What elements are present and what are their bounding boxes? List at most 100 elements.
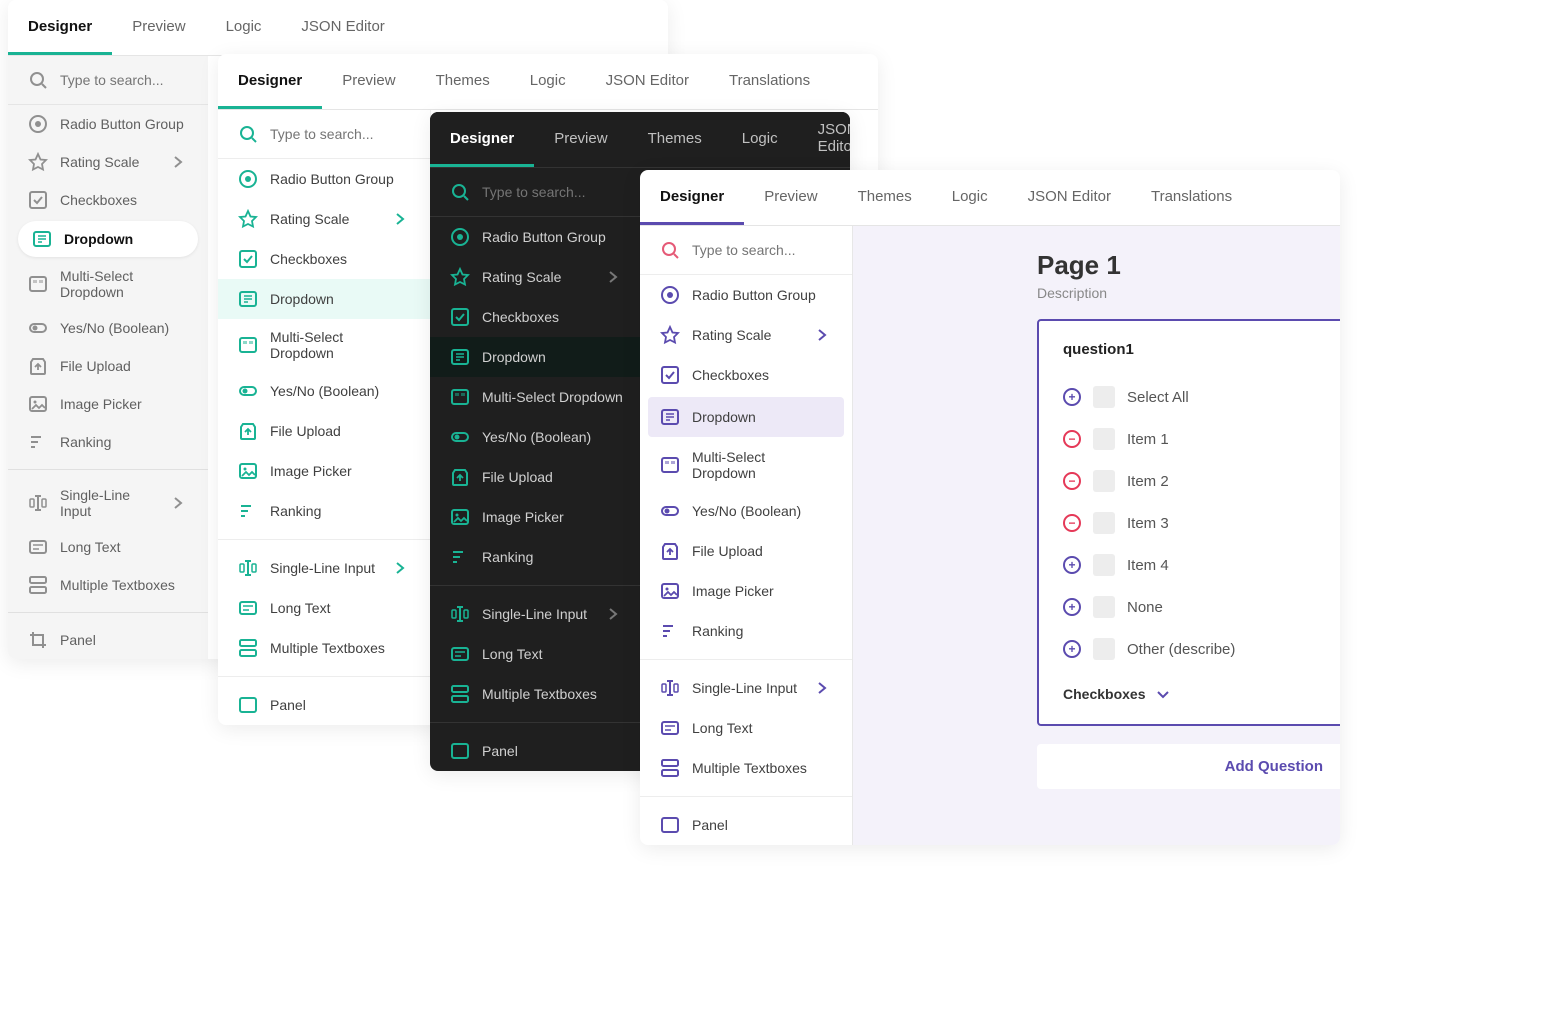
tab-designer[interactable]: Designer	[8, 0, 112, 55]
toolbox-panel[interactable]: Panel	[8, 621, 208, 659]
toolbox-imagepicker[interactable]: Image Picker	[430, 497, 643, 537]
toolbox-rating[interactable]: Rating Scale	[8, 143, 208, 181]
toolbox-multiselect[interactable]: Multi-Select Dropdown	[218, 319, 430, 371]
option-item4[interactable]: + Item 4	[1063, 544, 1321, 586]
item-label: Ranking	[60, 434, 111, 450]
tab-preview[interactable]: Preview	[534, 112, 627, 167]
toolbox-ranking[interactable]: Ranking	[8, 423, 208, 461]
toolbox-radio[interactable]: Radio Button Group	[430, 217, 643, 257]
tab-themes[interactable]: Themes	[838, 170, 932, 225]
option-item3[interactable]: − Item 3	[1063, 502, 1321, 544]
question-card[interactable]: question1 + Select All − Item 1 −	[1037, 319, 1340, 726]
toolbox-dropdown[interactable]: Dropdown	[218, 279, 430, 319]
tab-json[interactable]: JSON Editor	[586, 54, 709, 109]
toolbox-radio[interactable]: Radio Button Group	[640, 275, 852, 315]
toolbox-singleline[interactable]: Single-Line Input	[430, 594, 643, 634]
toolbox-rating[interactable]: Rating Scale	[218, 199, 430, 239]
toolbox-ranking[interactable]: Ranking	[430, 537, 643, 577]
add-icon[interactable]: +	[1063, 640, 1081, 658]
toolbox-imagepicker[interactable]: Image Picker	[8, 385, 208, 423]
tab-preview[interactable]: Preview	[744, 170, 837, 225]
option-select-all[interactable]: + Select All	[1063, 376, 1321, 418]
search-input[interactable]	[270, 126, 451, 142]
toolbox-singleline[interactable]: Single-Line Input	[218, 548, 430, 588]
remove-icon[interactable]: −	[1063, 430, 1081, 448]
toolbox-file[interactable]: File Upload	[218, 411, 430, 451]
question-title[interactable]: question1	[1063, 341, 1321, 358]
tab-designer[interactable]: Designer	[218, 54, 322, 109]
tab-themes[interactable]: Themes	[416, 54, 510, 109]
toolbox-boolean[interactable]: Yes/No (Boolean)	[430, 417, 643, 457]
add-icon[interactable]: +	[1063, 556, 1081, 574]
toolbox-longtext[interactable]: Long Text	[8, 528, 208, 566]
toolbox-multiselect[interactable]: Multi-Select Dropdown	[8, 259, 208, 309]
toolbox-multitext[interactable]: Multiple Textboxes	[430, 674, 643, 714]
toolbox-panel[interactable]: Panel	[218, 685, 430, 725]
toolbox-radio[interactable]: Radio Button Group	[8, 105, 208, 143]
toolbox-checkboxes[interactable]: Checkboxes	[8, 181, 208, 219]
toolbox-longtext[interactable]: Long Text	[218, 588, 430, 628]
toolbox-multitext[interactable]: Multiple Textboxes	[640, 748, 852, 788]
option-none[interactable]: + None	[1063, 586, 1321, 628]
page-description[interactable]: Description	[1037, 285, 1340, 301]
toolbox-ranking[interactable]: Ranking	[640, 611, 852, 651]
tab-themes[interactable]: Themes	[628, 112, 722, 167]
search-input[interactable]	[692, 242, 873, 258]
toolbox-checkboxes[interactable]: Checkboxes	[640, 355, 852, 395]
remove-icon[interactable]: −	[1063, 472, 1081, 490]
tab-logic[interactable]: Logic	[722, 112, 798, 167]
tab-designer[interactable]: Designer	[430, 112, 534, 167]
add-question-button[interactable]: Add Question	[1037, 744, 1340, 789]
toolbox-longtext[interactable]: Long Text	[430, 634, 643, 674]
toolbox-dropdown[interactable]: Dropdown	[648, 397, 844, 437]
option-item1[interactable]: − Item 1	[1063, 418, 1321, 460]
toolbox-multiselect[interactable]: Multi-Select Dropdown	[640, 439, 852, 491]
radio-icon	[450, 227, 470, 247]
search-input[interactable]	[482, 184, 663, 200]
tab-preview[interactable]: Preview	[322, 54, 415, 109]
toolbox-ranking[interactable]: Ranking	[218, 491, 430, 531]
toolbox-dropdown[interactable]: Dropdown	[430, 337, 643, 377]
tab-json[interactable]: JSON Editor	[281, 0, 404, 55]
add-icon[interactable]: +	[1063, 598, 1081, 616]
toolbox-boolean[interactable]: Yes/No (Boolean)	[8, 309, 208, 347]
toolbox-rating[interactable]: Rating Scale	[640, 315, 852, 355]
toolbox-rating[interactable]: Rating Scale	[430, 257, 643, 297]
tab-designer[interactable]: Designer	[640, 170, 744, 225]
toolbox-singleline[interactable]: Single-Line Input	[8, 478, 208, 528]
toolbox-checkboxes[interactable]: Checkboxes	[430, 297, 643, 337]
toolbox-panel[interactable]: Panel	[640, 805, 852, 845]
search-input[interactable]	[60, 72, 241, 88]
tab-logic[interactable]: Logic	[932, 170, 1008, 225]
toolbox-dropdown[interactable]: Dropdown	[18, 221, 198, 257]
tab-logic[interactable]: Logic	[510, 54, 586, 109]
toolbox-imagepicker[interactable]: Image Picker	[218, 451, 430, 491]
toolbox-radio[interactable]: Radio Button Group	[218, 159, 430, 199]
toolbox-multiselect[interactable]: Multi-Select Dropdown	[430, 377, 643, 417]
add-icon[interactable]: +	[1063, 388, 1081, 406]
toolbox-boolean[interactable]: Yes/No (Boolean)	[640, 491, 852, 531]
tab-json[interactable]: JSON Editor	[798, 112, 850, 167]
tab-preview[interactable]: Preview	[112, 0, 205, 55]
tab-translations[interactable]: Translations	[709, 54, 830, 109]
tab-json[interactable]: JSON Editor	[1008, 170, 1131, 225]
toolbox-checkboxes[interactable]: Checkboxes	[218, 239, 430, 279]
toolbox-multitext[interactable]: Multiple Textboxes	[218, 628, 430, 668]
toolbox-file[interactable]: File Upload	[640, 531, 852, 571]
radio-icon	[660, 285, 680, 305]
option-other[interactable]: + Other (describe)	[1063, 628, 1321, 670]
toolbox-multitext[interactable]: Multiple Textboxes	[8, 566, 208, 604]
tab-translations[interactable]: Translations	[1131, 170, 1252, 225]
page-title[interactable]: Page 1	[1037, 250, 1340, 281]
question-type-dropdown[interactable]: Checkboxes	[1063, 684, 1321, 704]
toolbox-file[interactable]: File Upload	[8, 347, 208, 385]
remove-icon[interactable]: −	[1063, 514, 1081, 532]
toolbox-boolean[interactable]: Yes/No (Boolean)	[218, 371, 430, 411]
toolbox-imagepicker[interactable]: Image Picker	[640, 571, 852, 611]
tab-logic[interactable]: Logic	[206, 0, 282, 55]
toolbox-file[interactable]: File Upload	[430, 457, 643, 497]
toolbox-longtext[interactable]: Long Text	[640, 708, 852, 748]
toolbox-singleline[interactable]: Single-Line Input	[640, 668, 852, 708]
toolbox-panel[interactable]: Panel	[430, 731, 643, 771]
option-item2[interactable]: − Item 2	[1063, 460, 1321, 502]
